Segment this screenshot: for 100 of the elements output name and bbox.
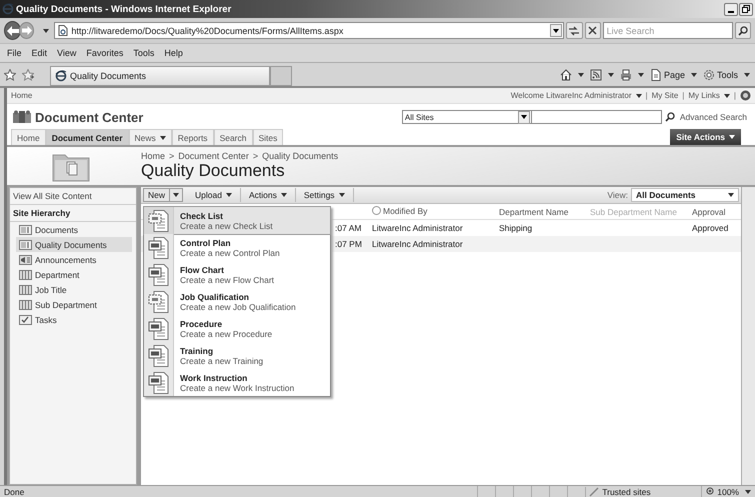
feeds-button[interactable] — [588, 68, 615, 80]
breadcrumb-link[interactable]: Document Center — [178, 151, 249, 161]
menu-option[interactable]: Procedure Create a new Procedure — [144, 315, 330, 342]
menu-item[interactable]: Help — [159, 48, 188, 58]
restore-button[interactable] — [739, 2, 753, 16]
table-cell: Approved — [692, 223, 728, 233]
word-document-icon — [148, 372, 169, 394]
stop-icon — [588, 26, 598, 35]
page-menu-button[interactable]: Page — [648, 68, 698, 80]
column-header[interactable]: Department Name — [499, 206, 568, 216]
stop-button[interactable] — [584, 22, 601, 39]
toolbar-menu-button[interactable]: Settings — [296, 188, 354, 202]
task-icon — [19, 314, 32, 326]
search-field[interactable]: Live Search — [602, 22, 733, 39]
breadcrumb-link[interactable]: Home — [141, 151, 166, 161]
address-field[interactable]: http://litwaredemo/Docs/Quality%20Documents/Forms/AllItems.aspx — [54, 22, 564, 39]
menu-item[interactable]: Favorites — [81, 48, 128, 58]
refresh-button[interactable] — [566, 22, 582, 39]
column-header[interactable]: Modified By — [372, 206, 428, 216]
zoom-button[interactable]: 100% — [701, 486, 755, 497]
toolbar-menu-button[interactable]: Actions — [240, 188, 296, 202]
new-button[interactable]: New — [143, 188, 170, 202]
view-dropdown[interactable]: All Documents — [631, 188, 739, 202]
menu-option[interactable]: Job Qualification Create a new Job Qualification — [144, 288, 330, 315]
home-button[interactable] — [558, 68, 585, 80]
table-cell: LitwareInc Administrator — [372, 239, 463, 249]
menu-item[interactable]: View — [52, 48, 82, 58]
caret-icon — [636, 94, 642, 98]
word-document-icon — [148, 236, 169, 258]
caret-icon — [724, 94, 730, 98]
forward-arrow-icon — [22, 26, 32, 35]
menu-item[interactable]: Tools — [128, 48, 160, 58]
search-button[interactable] — [734, 22, 752, 39]
back-button[interactable] — [4, 21, 22, 40]
caret-icon — [338, 193, 345, 197]
tools-menu-button[interactable]: Tools — [702, 68, 751, 80]
sidebar-item[interactable]: Announcements — [16, 252, 132, 267]
nav-tab[interactable]: Search — [214, 129, 252, 145]
library-icon — [19, 224, 32, 236]
column-header[interactable]: Approval — [692, 206, 726, 216]
caret-icon — [578, 72, 584, 76]
table-cell: :07 AM — [335, 223, 362, 233]
my-links-menu[interactable]: My Links — [688, 91, 730, 100]
sidebar-item[interactable]: Department — [16, 267, 132, 282]
back-arrow-icon — [6, 26, 19, 36]
toolbar-menu-button[interactable]: Upload — [187, 188, 241, 202]
security-zone: Trusted sites — [585, 486, 702, 496]
word-document-icon — [148, 318, 169, 340]
nav-tab[interactable]: Reports — [172, 129, 214, 145]
nav-tab[interactable]: Document Center — [46, 129, 129, 145]
site-actions-button[interactable]: Site Actions — [670, 129, 741, 145]
sidebar-item[interactable]: Job Title — [16, 282, 132, 297]
separator: | — [682, 91, 684, 100]
caret-icon — [729, 135, 735, 139]
menu-option[interactable]: Work Instruction Create a new Work Instruction — [144, 369, 330, 396]
user-menu-link[interactable]: Welcome LitwareInc Administrator — [510, 91, 642, 100]
search-icon — [738, 26, 748, 36]
nav-tab[interactable]: Sites — [252, 129, 284, 145]
word-document-icon — [148, 264, 169, 286]
home-icon — [560, 68, 572, 80]
home-link[interactable]: Home — [11, 91, 32, 100]
form-document-icon — [148, 290, 169, 312]
site-title: Document Center — [35, 110, 144, 124]
scope-dropdown[interactable]: All Sites — [402, 110, 532, 124]
sidebar-item[interactable]: Tasks — [16, 312, 132, 327]
my-site-link[interactable]: My Site — [652, 91, 678, 100]
nav-tab[interactable]: News — [128, 129, 172, 145]
menu-option[interactable]: Check List Create a new Check List — [144, 207, 330, 234]
new-dropdown-button[interactable] — [170, 188, 184, 202]
refresh-icon — [568, 26, 580, 36]
browser-tab[interactable]: Quality Documents — [50, 66, 270, 86]
menu-option[interactable]: Control Plan Create a new Control Plan — [144, 234, 330, 261]
zoom-icon — [706, 487, 716, 496]
caret-icon — [744, 72, 750, 76]
menu-item[interactable]: Edit — [26, 48, 52, 58]
search-field[interactable] — [532, 110, 662, 124]
minimize-button[interactable] — [724, 2, 738, 16]
advanced-search-link[interactable]: Advanced Search — [680, 112, 747, 122]
caret-icon — [638, 72, 644, 76]
people-logo-icon — [13, 110, 31, 124]
sidebar-item[interactable]: Quality Documents — [16, 237, 132, 252]
view-all-link[interactable]: View All Site Content — [10, 188, 136, 205]
separator: | — [646, 91, 648, 100]
menu-item[interactable]: File — [2, 48, 27, 58]
menu-option[interactable]: Flow Chart Create a new Flow Chart — [144, 261, 330, 288]
browser-logo-icon — [55, 70, 67, 82]
sidebar-item[interactable]: Documents — [16, 222, 132, 237]
print-button[interactable] — [618, 68, 645, 80]
feed-icon — [590, 68, 602, 80]
caret-icon — [43, 28, 50, 32]
forward-button[interactable] — [19, 22, 34, 39]
restore-icon — [742, 5, 750, 13]
sidebar-item[interactable]: Sub Department — [16, 297, 132, 312]
library-icon — [19, 238, 32, 250]
nav-tab[interactable]: Home — [11, 129, 46, 145]
status-text: Done — [4, 486, 24, 496]
menu-option[interactable]: Training Create a new Training — [144, 342, 330, 369]
caret-icon — [690, 72, 697, 76]
search-icon — [664, 112, 675, 122]
breadcrumb-link[interactable]: Quality Documents — [262, 151, 338, 161]
